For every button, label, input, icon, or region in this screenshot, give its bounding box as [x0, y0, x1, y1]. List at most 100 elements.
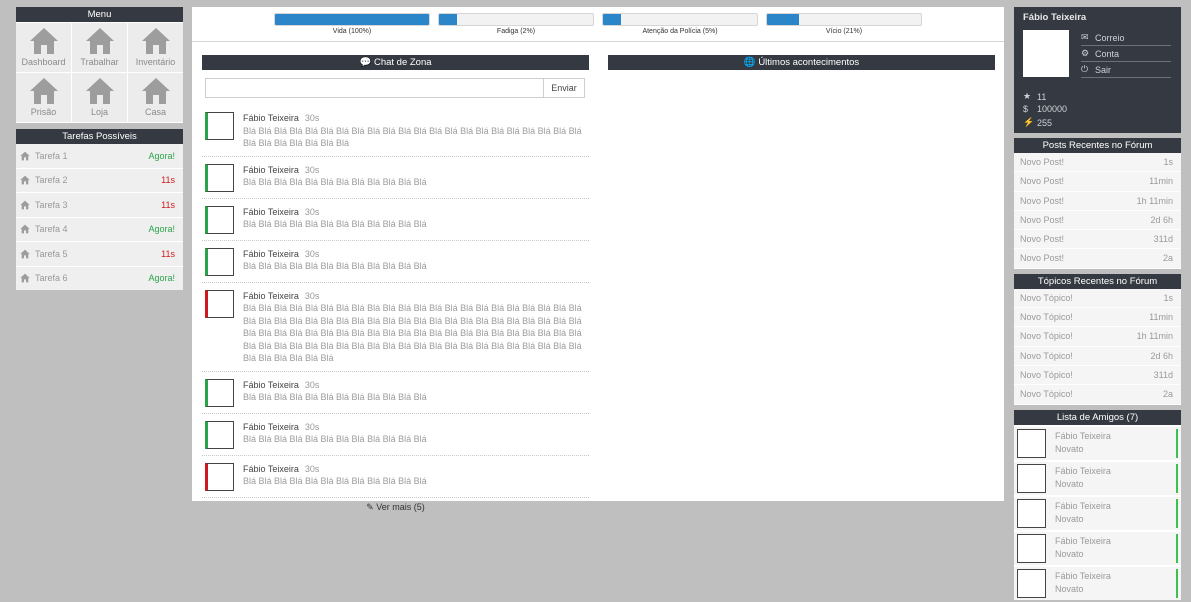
- profile-avatar[interactable]: [1023, 30, 1069, 77]
- friend-item[interactable]: Fábio Teixeira Novato: [1014, 496, 1181, 530]
- online-indicator: [1176, 498, 1178, 528]
- forum-topic-row[interactable]: Novo Tópico! 1s: [1014, 288, 1181, 309]
- forum-post-row[interactable]: Novo Post! 2a: [1014, 249, 1181, 269]
- friend-rank: Novato: [1055, 584, 1084, 595]
- house-icon: [29, 77, 59, 105]
- task-time: 11s: [161, 248, 175, 259]
- house-icon: [20, 200, 30, 210]
- message-author[interactable]: Fábio Teixeira: [243, 422, 299, 432]
- message-avatar[interactable]: [205, 205, 234, 234]
- task-row[interactable]: Tarefa 5 11s: [16, 242, 183, 266]
- bar-caption: Vício (21%): [825, 28, 863, 35]
- menu-item-3[interactable]: Prisão: [16, 73, 71, 122]
- friend-item[interactable]: Fábio Teixeira Novato: [1014, 566, 1181, 600]
- tasks-panel: Tarefas Possíveis Tarefa 1 Agora! Tarefa 2…: [16, 129, 183, 290]
- forum-post-row[interactable]: Novo Post! 1h 11min: [1014, 191, 1181, 211]
- message-avatar[interactable]: [205, 462, 234, 491]
- house-icon: [20, 175, 30, 185]
- menu-item-2[interactable]: Inventário: [128, 23, 183, 72]
- menu-item-0[interactable]: Dashboard: [16, 23, 71, 72]
- friend-name: Fábio Teixeira: [1055, 501, 1111, 512]
- row-time: 2d 6h: [1150, 350, 1173, 361]
- status-bar: Atenção da Polícia (5%): [602, 13, 758, 35]
- account-link[interactable]: ⚙ Conta: [1081, 46, 1171, 62]
- tasks-title: Tarefas Possíveis: [16, 129, 183, 144]
- forum-post-row[interactable]: Novo Post! 2d 6h: [1014, 210, 1181, 231]
- globe-icon: 🌐: [743, 57, 756, 68]
- forum-topic-row[interactable]: Novo Tópico! 11min: [1014, 308, 1181, 328]
- task-row[interactable]: Tarefa 4 Agora!: [16, 217, 183, 241]
- friend-avatar: [1017, 568, 1046, 598]
- task-row[interactable]: Tarefa 3 11s: [16, 193, 183, 217]
- chat-input[interactable]: [205, 78, 543, 98]
- friend-item[interactable]: Fábio Teixeira Novato: [1014, 426, 1181, 460]
- mail-link[interactable]: ✉ Correio: [1081, 30, 1171, 46]
- menu-item-label: Prisão: [30, 107, 57, 117]
- menu-item-label: Dashboard: [21, 57, 66, 67]
- message-author[interactable]: Fábio Teixeira: [243, 464, 299, 474]
- logout-label: Sair: [1095, 64, 1112, 75]
- news-title: Últimos acontecimentos: [758, 57, 860, 68]
- forum-post-row[interactable]: Novo Post! 11min: [1014, 172, 1181, 192]
- menu-item-5[interactable]: Casa: [128, 73, 183, 122]
- message-author[interactable]: Fábio Teixeira: [243, 291, 299, 301]
- menu-item-label: Casa: [144, 107, 166, 117]
- task-row[interactable]: Tarefa 6 Agora!: [16, 266, 183, 290]
- task-row[interactable]: Tarefa 1 Agora!: [16, 144, 183, 168]
- friend-item[interactable]: Fábio Teixeira Novato: [1014, 461, 1181, 495]
- friend-item[interactable]: Fábio Teixeira Novato: [1014, 531, 1181, 565]
- row-time: 1h 11min: [1136, 331, 1173, 342]
- friend-rank: Novato: [1055, 549, 1084, 560]
- see-more-link[interactable]: ✎ Ver mais (5): [202, 502, 589, 513]
- forum-post-row[interactable]: Novo Post! 1s: [1014, 153, 1181, 173]
- row-time: 2d 6h: [1150, 214, 1173, 225]
- chat-message: Fábio Teixeira 30s Blá Blá Blá Blá Blá Blá…: [202, 108, 589, 157]
- task-time: Agora!: [148, 150, 175, 161]
- chat-messages: Fábio Teixeira 30s Blá Blá Blá Blá Blá Blá…: [202, 108, 589, 498]
- task-list: Tarefa 1 Agora! Tarefa 2 11s Tarefa 3 11s Tare…: [16, 144, 183, 290]
- forum-post-row[interactable]: Novo Post! 311d: [1014, 230, 1181, 250]
- menu-item-4[interactable]: Loja: [72, 73, 127, 122]
- forum-topic-row[interactable]: Novo Tópico! 2a: [1014, 385, 1181, 405]
- message-avatar[interactable]: [205, 112, 234, 140]
- house-icon: [29, 27, 59, 55]
- forum-topic-row[interactable]: Novo Tópico! 311d: [1014, 365, 1181, 386]
- menu-grid: Dashboard Trabalhar Inventário Prisão Loja Ca…: [16, 22, 183, 123]
- message-author[interactable]: Fábio Teixeira: [243, 249, 299, 259]
- house-icon: [20, 224, 30, 234]
- menu-item-1[interactable]: Trabalhar: [72, 23, 127, 72]
- message-avatar[interactable]: [205, 289, 234, 318]
- forum-topic-row[interactable]: Novo Tópico! 2d 6h: [1014, 346, 1181, 366]
- account-label: Conta: [1095, 48, 1120, 59]
- forum-topic-row[interactable]: Novo Tópico! 1h 11min: [1014, 327, 1181, 347]
- message-avatar[interactable]: [205, 163, 234, 192]
- mail-label: Correio: [1095, 32, 1125, 43]
- bar-fill: [603, 14, 622, 25]
- message-author[interactable]: Fábio Teixeira: [243, 207, 299, 217]
- logout-link[interactable]: ⏻ Sair: [1081, 62, 1171, 78]
- row-label: Novo Tópico!: [1020, 331, 1073, 342]
- message-author[interactable]: Fábio Teixeira: [243, 165, 299, 175]
- task-name: Tarefa 2: [35, 175, 68, 186]
- forum-posts-list: Novo Post! 1s Novo Post! 11min Novo Post! 1h …: [1014, 153, 1181, 269]
- task-time: Agora!: [148, 273, 175, 284]
- chat-message: Fábio Teixeira 30s Blá Blá Blá Blá Blá Blá…: [202, 459, 589, 498]
- friend-avatar: [1017, 463, 1046, 493]
- task-name: Tarefa 4: [35, 224, 68, 235]
- task-row[interactable]: Tarefa 2 11s: [16, 168, 183, 192]
- message-author[interactable]: Fábio Teixeira: [243, 380, 299, 390]
- message-avatar[interactable]: [205, 247, 234, 276]
- house-icon: [85, 77, 115, 105]
- message-avatar[interactable]: [205, 378, 234, 407]
- message-avatar[interactable]: [205, 420, 234, 449]
- row-label: Novo Tópico!: [1020, 350, 1073, 361]
- send-button[interactable]: Enviar: [543, 78, 585, 98]
- bar-track: [602, 13, 758, 26]
- chat-message: Fábio Teixeira 30s Blá Blá Blá Blá Blá Blá…: [202, 202, 589, 241]
- task-time: 11s: [161, 199, 175, 210]
- message-author[interactable]: Fábio Teixeira: [243, 113, 299, 123]
- row-label: Novo Post!: [1020, 253, 1065, 264]
- message-time: 30s: [304, 379, 320, 390]
- power-icon: ⏻: [1081, 64, 1089, 74]
- chat-message: Fábio Teixeira 30s Blá Blá Blá Blá Blá Blá…: [202, 244, 589, 283]
